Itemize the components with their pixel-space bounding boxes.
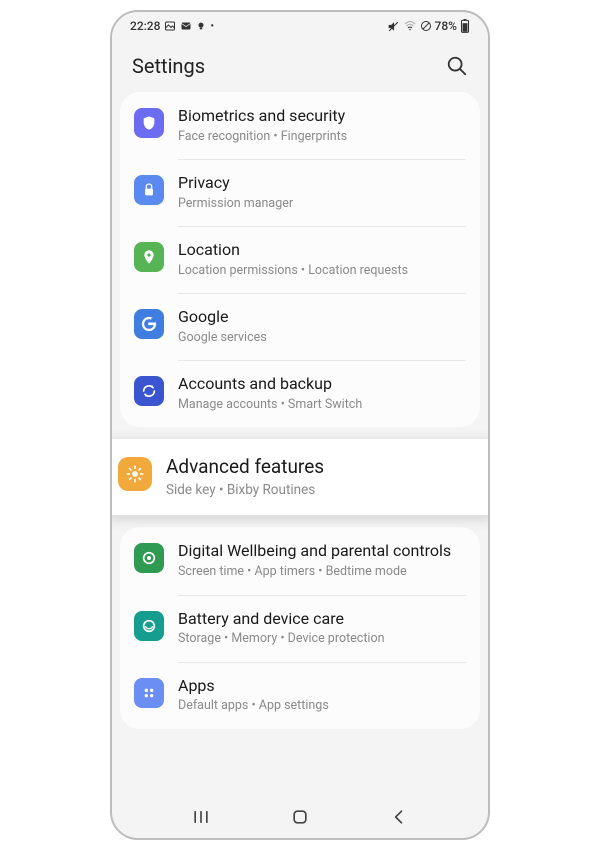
search-icon [446, 55, 468, 77]
wellbeing-icon [134, 543, 164, 573]
settings-item-wellbeing[interactable]: Digital Wellbeing and parental controls … [120, 527, 480, 594]
image-icon [164, 20, 176, 32]
item-title: Privacy [178, 173, 466, 194]
item-title: Advanced features [166, 455, 482, 480]
gear-icon [118, 457, 152, 491]
sync-icon [134, 376, 164, 406]
bulb-icon [196, 20, 206, 32]
item-title: Digital Wellbeing and parental controls [178, 541, 466, 562]
settings-item-accounts[interactable]: Accounts and backup Manage accounts • Sm… [120, 360, 480, 427]
settings-item-advanced-features[interactable]: Advanced features Side key • Bixby Routi… [112, 439, 488, 515]
pin-icon [134, 242, 164, 272]
settings-item-apps[interactable]: Apps Default apps • App settings [120, 662, 480, 729]
lock-icon [134, 175, 164, 205]
back-icon [389, 807, 409, 827]
item-sub: Screen time • App timers • Bedtime mode [178, 564, 466, 580]
status-bar: 22:28 • 78% [112, 12, 488, 40]
item-sub: Location permissions • Location requests [178, 263, 466, 279]
battery-icon [460, 19, 470, 33]
item-sub: Manage accounts • Smart Switch [178, 397, 466, 413]
nav-back-button[interactable] [389, 807, 409, 827]
shield-icon [134, 108, 164, 138]
item-sub: Permission manager [178, 196, 466, 212]
settings-group-highlight: Advanced features Side key • Bixby Routi… [112, 439, 488, 515]
more-icon: • [210, 21, 214, 32]
mute-icon [387, 20, 400, 33]
nav-recents-button[interactable] [191, 807, 211, 827]
home-icon [290, 807, 310, 827]
item-title: Accounts and backup [178, 374, 466, 395]
page-title: Settings [132, 54, 205, 78]
item-sub: Storage • Memory • Device protection [178, 631, 466, 647]
google-icon [134, 309, 164, 339]
settings-item-location[interactable]: Location Location permissions • Location… [120, 226, 480, 293]
phone-frame: 22:28 • 78% [110, 10, 490, 840]
item-title: Biometrics and security [178, 106, 466, 127]
item-sub: Face recognition • Fingerprints [178, 129, 466, 145]
search-button[interactable] [446, 55, 468, 77]
item-sub: Side key • Bixby Routines [166, 482, 482, 500]
settings-group: Digital Wellbeing and parental controls … [120, 527, 480, 728]
item-sub: Google services [178, 330, 466, 346]
nav-home-button[interactable] [290, 807, 310, 827]
settings-header: Settings [112, 40, 488, 92]
battery-text: 78% [435, 19, 457, 33]
settings-item-google[interactable]: Google Google services [120, 293, 480, 360]
device-care-icon [134, 611, 164, 641]
item-sub: Default apps • App settings [178, 698, 466, 714]
nav-bar [112, 796, 488, 838]
settings-item-privacy[interactable]: Privacy Permission manager [120, 159, 480, 226]
item-title: Location [178, 240, 466, 261]
recents-icon [191, 807, 211, 827]
settings-item-biometrics[interactable]: Biometrics and security Face recognition… [120, 92, 480, 159]
item-title: Apps [178, 676, 466, 697]
mail-icon [180, 20, 192, 32]
apps-icon [134, 678, 164, 708]
item-title: Battery and device care [178, 609, 466, 630]
wifi-icon [403, 20, 417, 32]
status-time: 22:28 [130, 19, 160, 33]
settings-item-battery-care[interactable]: Battery and device care Storage • Memory… [120, 595, 480, 662]
no-data-icon [420, 20, 432, 32]
settings-list: Biometrics and security Face recognition… [112, 92, 488, 796]
item-title: Google [178, 307, 466, 328]
settings-group: Biometrics and security Face recognition… [120, 92, 480, 427]
